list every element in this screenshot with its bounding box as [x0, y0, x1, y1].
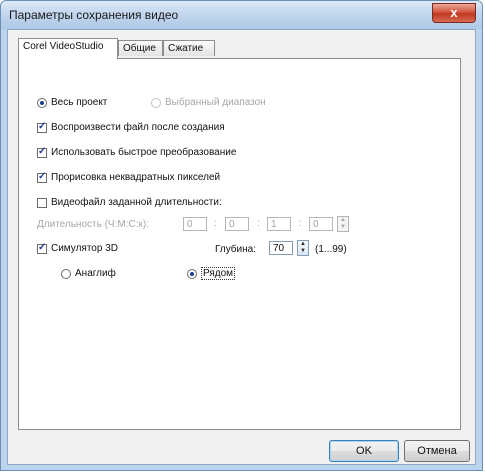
spin-down-icon[interactable]: ▼ [298, 248, 308, 255]
duration-frames-field[interactable]: 0 [309, 217, 333, 231]
radio-label: Весь проект [51, 97, 108, 108]
tab-compression[interactable]: Сжатие [163, 40, 215, 56]
radio-indicator[interactable] [187, 268, 197, 279]
checkbox-label: Воспроизвести файл после создания [51, 122, 225, 133]
tab-corel-videostudio[interactable]: Corel VideoStudio [18, 38, 118, 59]
ok-button[interactable]: OK [329, 440, 399, 462]
radio-indicator[interactable] [151, 97, 161, 108]
close-button[interactable]: x [432, 3, 476, 23]
duration-separator: : [214, 218, 217, 229]
checkbox-3d-simulator[interactable]: Симулятор 3D [37, 242, 118, 254]
depth-field[interactable]: 70 [269, 241, 293, 255]
checkbox-indicator[interactable] [37, 197, 47, 208]
spin-up-icon[interactable]: ▲ [338, 217, 348, 224]
radio-selected-range[interactable]: Выбранный диапазон [151, 97, 266, 108]
checkbox-label: Прорисовка неквадратных пикселей [51, 172, 221, 183]
duration-spin-button[interactable]: ▲ ▼ [337, 216, 349, 232]
checkbox-label: Видеофайл заданной длительности: [51, 197, 222, 208]
window-title: Параметры сохранения видео [9, 8, 179, 22]
depth-range-label: (1...99) [315, 244, 347, 255]
tab-label: Corel VideoStudio [23, 41, 104, 52]
checkbox-play-after-create[interactable]: Воспроизвести файл после создания [37, 121, 225, 133]
duration-separator: : [299, 218, 302, 229]
checkbox-indicator[interactable] [37, 146, 47, 158]
spin-up-icon[interactable]: ▲ [298, 241, 308, 248]
depth-label: Глубина: [215, 244, 256, 255]
tab-label: Сжатие [168, 43, 204, 54]
dialog-client-area: Corel VideoStudio Общие Сжатие Весь прое… [7, 29, 476, 465]
checkbox-label: Симулятор 3D [51, 243, 118, 254]
checkbox-non-square-pixels[interactable]: Прорисовка неквадратных пикселей [37, 171, 221, 183]
duration-hours-field[interactable]: 0 [183, 217, 207, 231]
checkbox-indicator[interactable] [37, 121, 47, 133]
duration-label: Длительность (Ч:М:С:к): [37, 219, 149, 230]
radio-label: Анаглиф [75, 268, 116, 279]
cancel-button[interactable]: Отмена [404, 440, 470, 462]
checkbox-indicator[interactable] [37, 171, 47, 183]
duration-separator: : [257, 218, 260, 229]
radio-side-by-side[interactable]: Рядом [187, 267, 236, 280]
tab-label: Общие [123, 43, 156, 54]
depth-spin-button[interactable]: ▲ ▼ [297, 240, 309, 256]
radio-indicator[interactable] [61, 268, 71, 279]
title-bar[interactable]: Параметры сохранения видео x [1, 1, 482, 29]
radio-label: Рядом [201, 267, 236, 280]
radio-whole-project[interactable]: Весь проект [37, 97, 107, 108]
tab-panel-corel-videostudio: Весь проект Выбранный диапазон Воспроизв… [18, 58, 461, 430]
radio-label: Выбранный диапазон [165, 97, 266, 108]
duration-minutes-field[interactable]: 0 [225, 217, 249, 231]
radio-indicator[interactable] [37, 97, 47, 108]
checkbox-fast-conversion[interactable]: Использовать быстрое преобразование [37, 146, 237, 158]
spin-down-icon[interactable]: ▼ [338, 224, 348, 231]
close-icon: x [450, 5, 458, 20]
dialog-window: Параметры сохранения видео x Corel Video… [0, 0, 483, 471]
radio-anaglyph[interactable]: Анаглиф [61, 268, 116, 279]
checkbox-fixed-duration[interactable]: Видеофайл заданной длительности: [37, 197, 222, 208]
tab-general[interactable]: Общие [118, 40, 163, 56]
duration-seconds-field[interactable]: 1 [267, 217, 291, 231]
checkbox-indicator[interactable] [37, 242, 47, 254]
checkbox-label: Использовать быстрое преобразование [51, 147, 237, 158]
